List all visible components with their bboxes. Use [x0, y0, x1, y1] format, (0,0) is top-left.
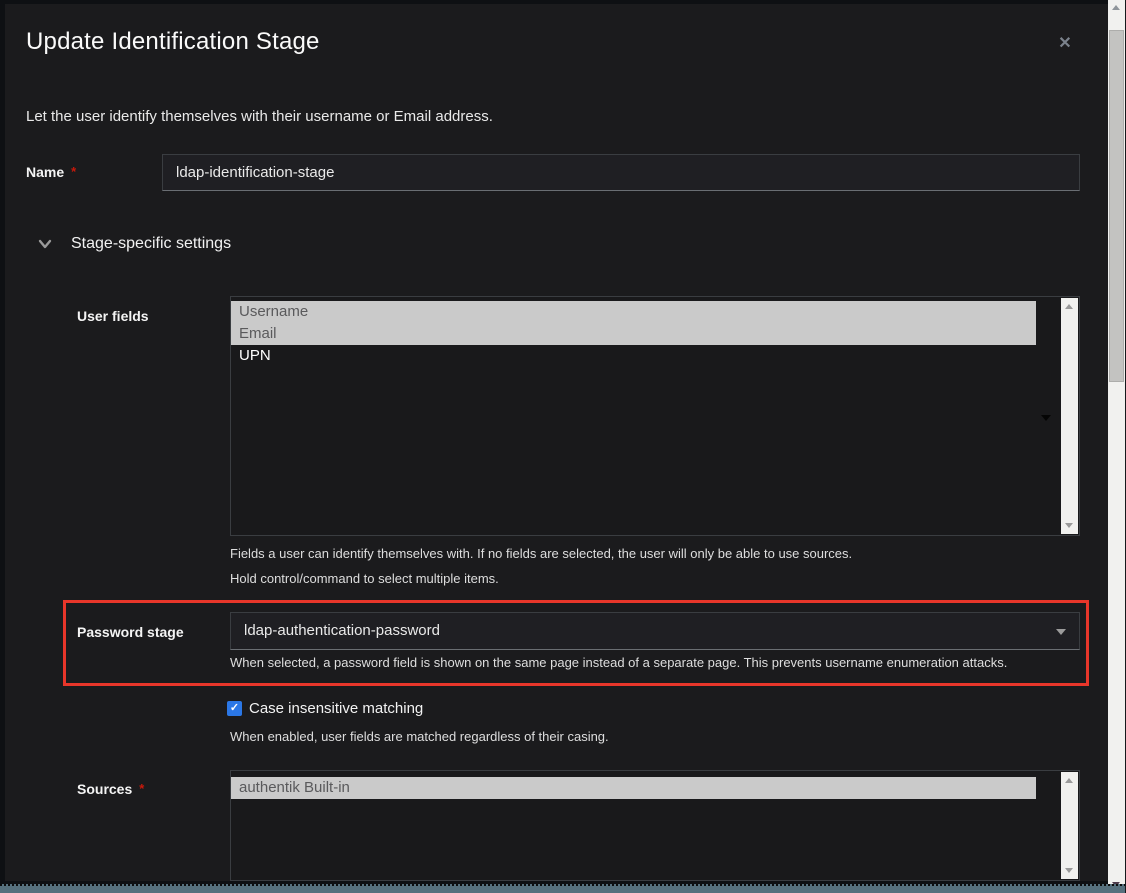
chevron-down-icon	[37, 238, 53, 250]
case-insensitive-checkbox[interactable]: ✓	[227, 701, 242, 716]
scrollbar-thumb[interactable]	[1109, 30, 1124, 382]
user-fields-listbox[interactable]: Username Email UPN	[230, 296, 1080, 536]
user-fields-label: User fields	[77, 308, 149, 324]
list-item-upn[interactable]: UPN	[231, 345, 1036, 367]
required-asterisk: *	[71, 164, 76, 179]
stage-specific-settings-toggle[interactable]: Stage-specific settings	[37, 230, 231, 258]
select-caret-icon	[1041, 415, 1051, 421]
scroll-up-icon[interactable]	[1065, 304, 1073, 309]
password-stage-help: When selected, a password field is shown…	[230, 655, 1007, 670]
screenshot-frame: Update Identification Stage ✕ Let the us…	[0, 0, 1126, 893]
case-insensitive-label[interactable]: Case insensitive matching	[249, 700, 423, 717]
name-input[interactable]: ldap-identification-stage	[162, 154, 1080, 191]
name-label-text: Name	[26, 164, 64, 180]
modal-description: Let the user identify themselves with th…	[26, 108, 493, 125]
case-insensitive-row: ✓ Case insensitive matching	[227, 700, 423, 717]
dropdown-caret-icon	[1056, 629, 1066, 635]
page-title: Update Identification Stage	[26, 28, 320, 56]
listbox-scrollbar[interactable]	[1061, 298, 1078, 534]
user-fields-help-1: Fields a user can identify themselves wi…	[230, 546, 852, 561]
window-scrollbar[interactable]	[1108, 0, 1125, 893]
case-insensitive-help: When enabled, user fields are matched re…	[230, 729, 609, 744]
name-label: Name *	[26, 164, 76, 180]
scroll-down-icon[interactable]	[1065, 868, 1073, 873]
stage-specific-settings-header: Stage-specific settings	[71, 235, 231, 253]
sources-listbox[interactable]: authentik Built-in	[230, 770, 1080, 881]
password-stage-label: Password stage	[77, 624, 184, 640]
list-item-authentik-built-in[interactable]: authentik Built-in	[231, 777, 1036, 799]
sources-label-text: Sources	[77, 781, 132, 797]
list-item-username[interactable]: Username	[231, 301, 1036, 323]
listbox-scrollbar[interactable]	[1061, 772, 1078, 879]
user-fields-help-2: Hold control/command to select multiple …	[230, 571, 499, 586]
list-item-email[interactable]: Email	[231, 323, 1036, 345]
scroll-down-icon[interactable]	[1065, 523, 1073, 528]
screenshot-bottom-border	[0, 884, 1126, 893]
password-stage-selected-value: ldap-authentication-password	[244, 613, 440, 649]
scroll-up-icon[interactable]	[1065, 778, 1073, 783]
update-identification-stage-modal: Update Identification Stage ✕ Let the us…	[5, 4, 1108, 881]
sources-label: Sources *	[77, 781, 144, 797]
close-icon[interactable]: ✕	[1053, 32, 1077, 56]
required-asterisk: *	[139, 781, 144, 796]
scroll-up-icon[interactable]	[1112, 5, 1120, 10]
password-stage-select[interactable]: ldap-authentication-password	[230, 612, 1080, 650]
